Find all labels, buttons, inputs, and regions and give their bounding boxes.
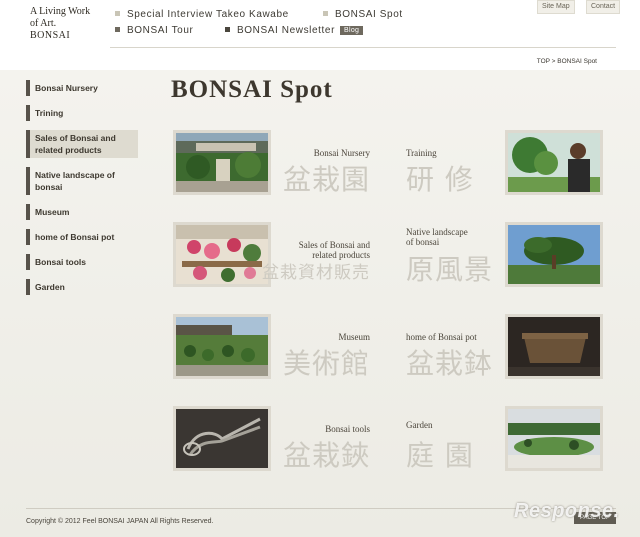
nav-label: Special Interview Takeo Kawabe: [127, 9, 289, 20]
nav-special-interview[interactable]: Special Interview Takeo Kawabe: [115, 9, 289, 20]
bonsai-pot-photo: [505, 314, 603, 379]
spot-en-label: Bonsai Nursery: [313, 148, 370, 158]
spot-jp-label: 研 修: [406, 163, 474, 196]
spot-en-label: Museum: [338, 332, 371, 342]
copyright: Copyright © 2012 Feel BONSAI JAPAN All R…: [26, 518, 214, 525]
header-divider: [110, 47, 616, 48]
sidebar-item-museum[interactable]: Museum: [26, 204, 138, 220]
nav-bonsai-tour[interactable]: BONSAI Tour: [115, 25, 193, 36]
watermark: Response.: [514, 500, 620, 522]
spot-jp-label: 美術館: [282, 347, 370, 380]
page-title: BONSAI Spot: [171, 76, 333, 103]
logo-tagline-line1: A Living Work: [30, 6, 91, 17]
breadcrumb[interactable]: TOP > BONSAI Spot: [537, 58, 597, 65]
bonsai-nursery-photo: [173, 130, 271, 195]
spot-tile-bonsai-tools[interactable]: Bonsai tools 盆栽鋏: [173, 406, 376, 476]
site-logo[interactable]: A Living Work of Art. BONSAI: [30, 6, 90, 42]
nav-label: BONSAI Spot: [335, 9, 403, 20]
nav-bonsai-newsletter[interactable]: BONSAI Newsletter Blog: [225, 25, 364, 36]
spot-jp-label: 盆栽園: [282, 163, 370, 196]
spot-en-label: home of Bonsai pot: [406, 332, 477, 342]
bullet-icon: [115, 27, 120, 32]
sidebar-item-sales[interactable]: Sales of Bonsai and related products: [26, 130, 138, 158]
spot-en-label: Bonsai tools: [325, 424, 370, 434]
training-photo: [505, 130, 603, 195]
nav-bonsai-spot[interactable]: BONSAI Spot: [323, 9, 403, 20]
blog-badge[interactable]: Blog: [340, 26, 364, 35]
spot-jp-label: 庭 園: [406, 439, 474, 472]
sidebar: Bonsai Nursery Trining Sales of Bonsai a…: [26, 80, 138, 304]
site-map-link[interactable]: Site Map: [537, 0, 575, 14]
logo-tagline-line2: of Art.: [30, 18, 57, 29]
sidebar-item-garden[interactable]: Garden: [26, 279, 138, 295]
spot-jp-label: 盆栽鉢: [406, 347, 494, 380]
native-landscape-photo: [505, 222, 603, 287]
sidebar-item-bonsai-nursery[interactable]: Bonsai Nursery: [26, 80, 138, 96]
bullet-icon: [225, 27, 230, 32]
sidebar-item-home-of-bonsai-pot[interactable]: home of Bonsai pot: [26, 229, 138, 245]
contact-link[interactable]: Contact: [586, 0, 621, 14]
spot-tile-home-of-bonsai-pot[interactable]: home of Bonsai pot 盆栽鉢: [400, 314, 603, 384]
spot-tile-museum[interactable]: Museum 美術館: [173, 314, 376, 384]
spot-en-label: Training: [406, 148, 437, 158]
spot-tile-sales[interactable]: Sales of Bonsai and related products 盆栽資…: [173, 222, 376, 292]
spot-jp-label: 原風景: [406, 253, 494, 286]
sidebar-item-native-landscape[interactable]: Native landscape of bonsai: [26, 167, 138, 195]
spot-jp-label: 盆栽資材販売: [262, 263, 370, 283]
museum-photo: [173, 314, 271, 379]
sidebar-item-bonsai-tools[interactable]: Bonsai tools: [26, 254, 138, 270]
bullet-icon: [323, 11, 328, 16]
spot-tile-bonsai-nursery[interactable]: Bonsai Nursery 盆栽園: [173, 130, 376, 200]
nav-label: BONSAI Tour: [127, 25, 194, 36]
spot-en-label: Native landscape of bonsai: [406, 227, 468, 247]
sales-photo: [173, 222, 271, 287]
spot-tile-native-landscape[interactable]: Native landscape of bonsai 原風景: [400, 222, 603, 292]
bonsai-tools-photo: [173, 406, 271, 471]
logo-brand: BONSAI: [30, 30, 71, 41]
spot-en-label: Sales of Bonsai and related products: [298, 240, 370, 260]
spot-jp-label: 盆栽鋏: [282, 439, 370, 472]
spot-tile-training[interactable]: Training 研 修: [400, 130, 603, 200]
nav-label: BONSAI Newsletter: [237, 25, 336, 36]
garden-photo: [505, 406, 603, 471]
spot-tile-garden[interactable]: Garden 庭 園: [400, 406, 603, 476]
bullet-icon: [115, 11, 120, 16]
spot-en-label: Garden: [406, 420, 433, 430]
sidebar-item-training[interactable]: Trining: [26, 105, 138, 121]
